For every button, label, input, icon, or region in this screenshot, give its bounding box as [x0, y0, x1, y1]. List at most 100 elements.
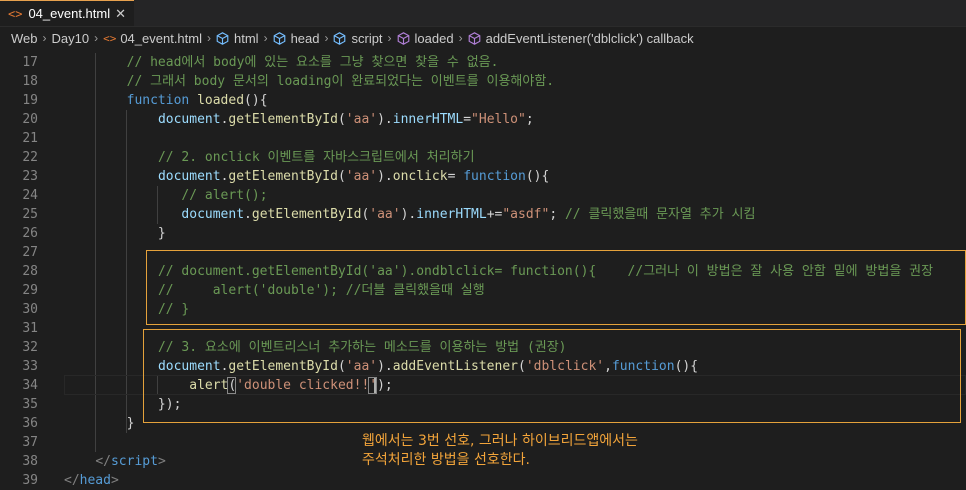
code-token: ). — [377, 359, 393, 374]
breadcrumb-label: html — [234, 30, 259, 46]
code-token: 'dblclick' — [525, 359, 605, 374]
code-line[interactable]: 32 // 3. 요소에 이벤트리스너 추가하는 메소드를 이용하는 방법 (권… — [0, 338, 966, 357]
code-editor[interactable]: 17 // head에서 body에 있는 요소를 그냥 찾으면 찾을 수 없음… — [0, 53, 966, 490]
code-token: , — [604, 359, 612, 374]
code-token: } — [126, 226, 166, 241]
code-token: . — [244, 207, 252, 222]
code-text: // } — [64, 300, 189, 319]
tab-04-event-html[interactable]: <> 04_event.html ✕ — [0, 0, 134, 26]
line-number: 33 — [22, 359, 38, 374]
chevron-right-icon: › — [263, 31, 268, 45]
code-text: document.getElementById('aa').onclick= f… — [64, 167, 549, 186]
code-token: (){ — [674, 359, 699, 374]
code-line[interactable]: 27 — [0, 243, 966, 262]
line-number: 39 — [22, 473, 38, 488]
breadcrumb-item-head[interactable]: head — [273, 31, 319, 46]
html-file-icon: <> — [103, 31, 117, 45]
code-line[interactable]: 35 }); — [0, 395, 966, 414]
code-token: document — [157, 112, 221, 127]
code-line[interactable]: 26 } — [0, 224, 966, 243]
code-token: (){ — [525, 169, 550, 184]
code-token: ). — [377, 112, 393, 127]
code-line[interactable]: 39 </head> — [0, 471, 966, 490]
line-number: 19 — [22, 93, 38, 108]
code-line[interactable]: 29 // alert('double'); //더블 클릭했을때 실행 — [0, 281, 966, 300]
breadcrumb-item-html[interactable]: html — [216, 31, 259, 46]
code-text: // alert('double'); //더블 클릭했을때 실행 — [64, 281, 485, 300]
close-icon[interactable]: ✕ — [115, 6, 126, 22]
code-line[interactable]: 19 function loaded(){ — [0, 91, 966, 110]
breadcrumb-label: 04_event.html — [120, 30, 202, 46]
breadcrumb-label: addEventListener('dblclick') callback — [485, 30, 694, 46]
annotation-line-1: 웹에서는 3번 선호, 그러나 하이브리드앱에서는 — [362, 433, 638, 449]
code-token: // } — [157, 302, 190, 317]
code-line[interactable]: 28 // document.getElementById('aa').ondb… — [0, 262, 966, 281]
code-text: }); — [64, 395, 182, 414]
breadcrumb-item-file[interactable]: <> 04_event.html — [103, 31, 202, 46]
line-number: 23 — [22, 169, 38, 184]
breadcrumb-item-script[interactable]: script — [333, 31, 383, 46]
code-line[interactable]: 31 — [0, 319, 966, 338]
code-line[interactable]: 20 document.getElementById('aa').innerHT… — [0, 110, 966, 129]
code-line[interactable]: 36 } — [0, 414, 966, 433]
code-line[interactable]: 21 — [0, 129, 966, 148]
code-line[interactable]: 17 // head에서 body에 있는 요소를 그냥 찾으면 찾을 수 없음… — [0, 53, 966, 72]
breadcrumb-item-day10[interactable]: Day10 — [52, 31, 90, 46]
element-cube-icon — [334, 31, 346, 45]
tab-bar: <> 04_event.html ✕ — [0, 0, 966, 27]
line-number: 21 — [22, 131, 38, 146]
breadcrumb-item-loaded[interactable]: loaded — [397, 31, 454, 46]
code-line[interactable]: 23 document.getElementById('aa').onclick… — [0, 167, 966, 186]
code-line[interactable]: 33 document.getElementById('aa').addEven… — [0, 357, 966, 376]
code-line[interactable]: 18 // 그래서 body 문서의 loading이 완료되었다는 이벤트를 … — [0, 72, 966, 91]
code-line[interactable]: 30 // } — [0, 300, 966, 319]
line-number: 30 — [22, 302, 38, 317]
code-token: ; — [525, 112, 534, 127]
code-token: document — [157, 169, 221, 184]
html-file-icon: <> — [8, 6, 23, 21]
code-token: = — [463, 112, 472, 127]
breadcrumb-item-callback[interactable]: addEventListener('dblclick') callback — [468, 31, 694, 46]
code-text: } — [64, 414, 135, 433]
code-token: 'aa' — [345, 359, 378, 374]
line-number: 32 — [22, 340, 38, 355]
line-number: 28 — [22, 264, 38, 279]
code-token: // 그래서 body 문서의 loading이 완료되었다는 이벤트를 이용해… — [126, 74, 555, 89]
code-token: document — [157, 359, 221, 374]
code-text: document.getElementById('aa').addEventLi… — [64, 357, 698, 376]
code-token: </ — [64, 473, 80, 488]
line-number: 24 — [22, 188, 38, 203]
breadcrumb-label: Web — [11, 30, 38, 46]
code-token: ( — [337, 169, 346, 184]
chevron-right-icon: › — [42, 31, 47, 45]
code-token: 'aa' — [345, 169, 378, 184]
code-token: innerHTML — [416, 207, 487, 222]
code-token: function — [611, 359, 675, 374]
code-token: = — [447, 169, 464, 184]
code-token: // 2. onclick 이벤트를 자바스크립트에서 처리하기 — [157, 150, 475, 165]
code-line[interactable]: 24 // alert(); — [0, 186, 966, 205]
line-number: 34 — [22, 378, 38, 393]
chevron-right-icon: › — [387, 31, 392, 45]
code-token: innerHTML — [392, 112, 464, 127]
bracket-match-highlight — [227, 377, 236, 394]
code-token: onclick — [392, 169, 448, 184]
code-line[interactable]: 22 // 2. onclick 이벤트를 자바스크립트에서 처리하기 — [0, 148, 966, 167]
code-token: ). — [400, 207, 417, 222]
code-token: += — [486, 207, 503, 222]
code-line[interactable]: 34 alert('double clicked!!'); — [0, 376, 966, 395]
code-token: </ — [95, 454, 111, 469]
breadcrumb-item-web[interactable]: Web — [11, 31, 38, 46]
element-cube-icon — [216, 31, 229, 45]
code-line[interactable]: 25 document.getElementById('aa').innerHT… — [0, 205, 966, 224]
annotation-line-2: 주석처리한 방법을 선호한다. — [362, 452, 530, 468]
code-token: ; — [549, 207, 565, 222]
